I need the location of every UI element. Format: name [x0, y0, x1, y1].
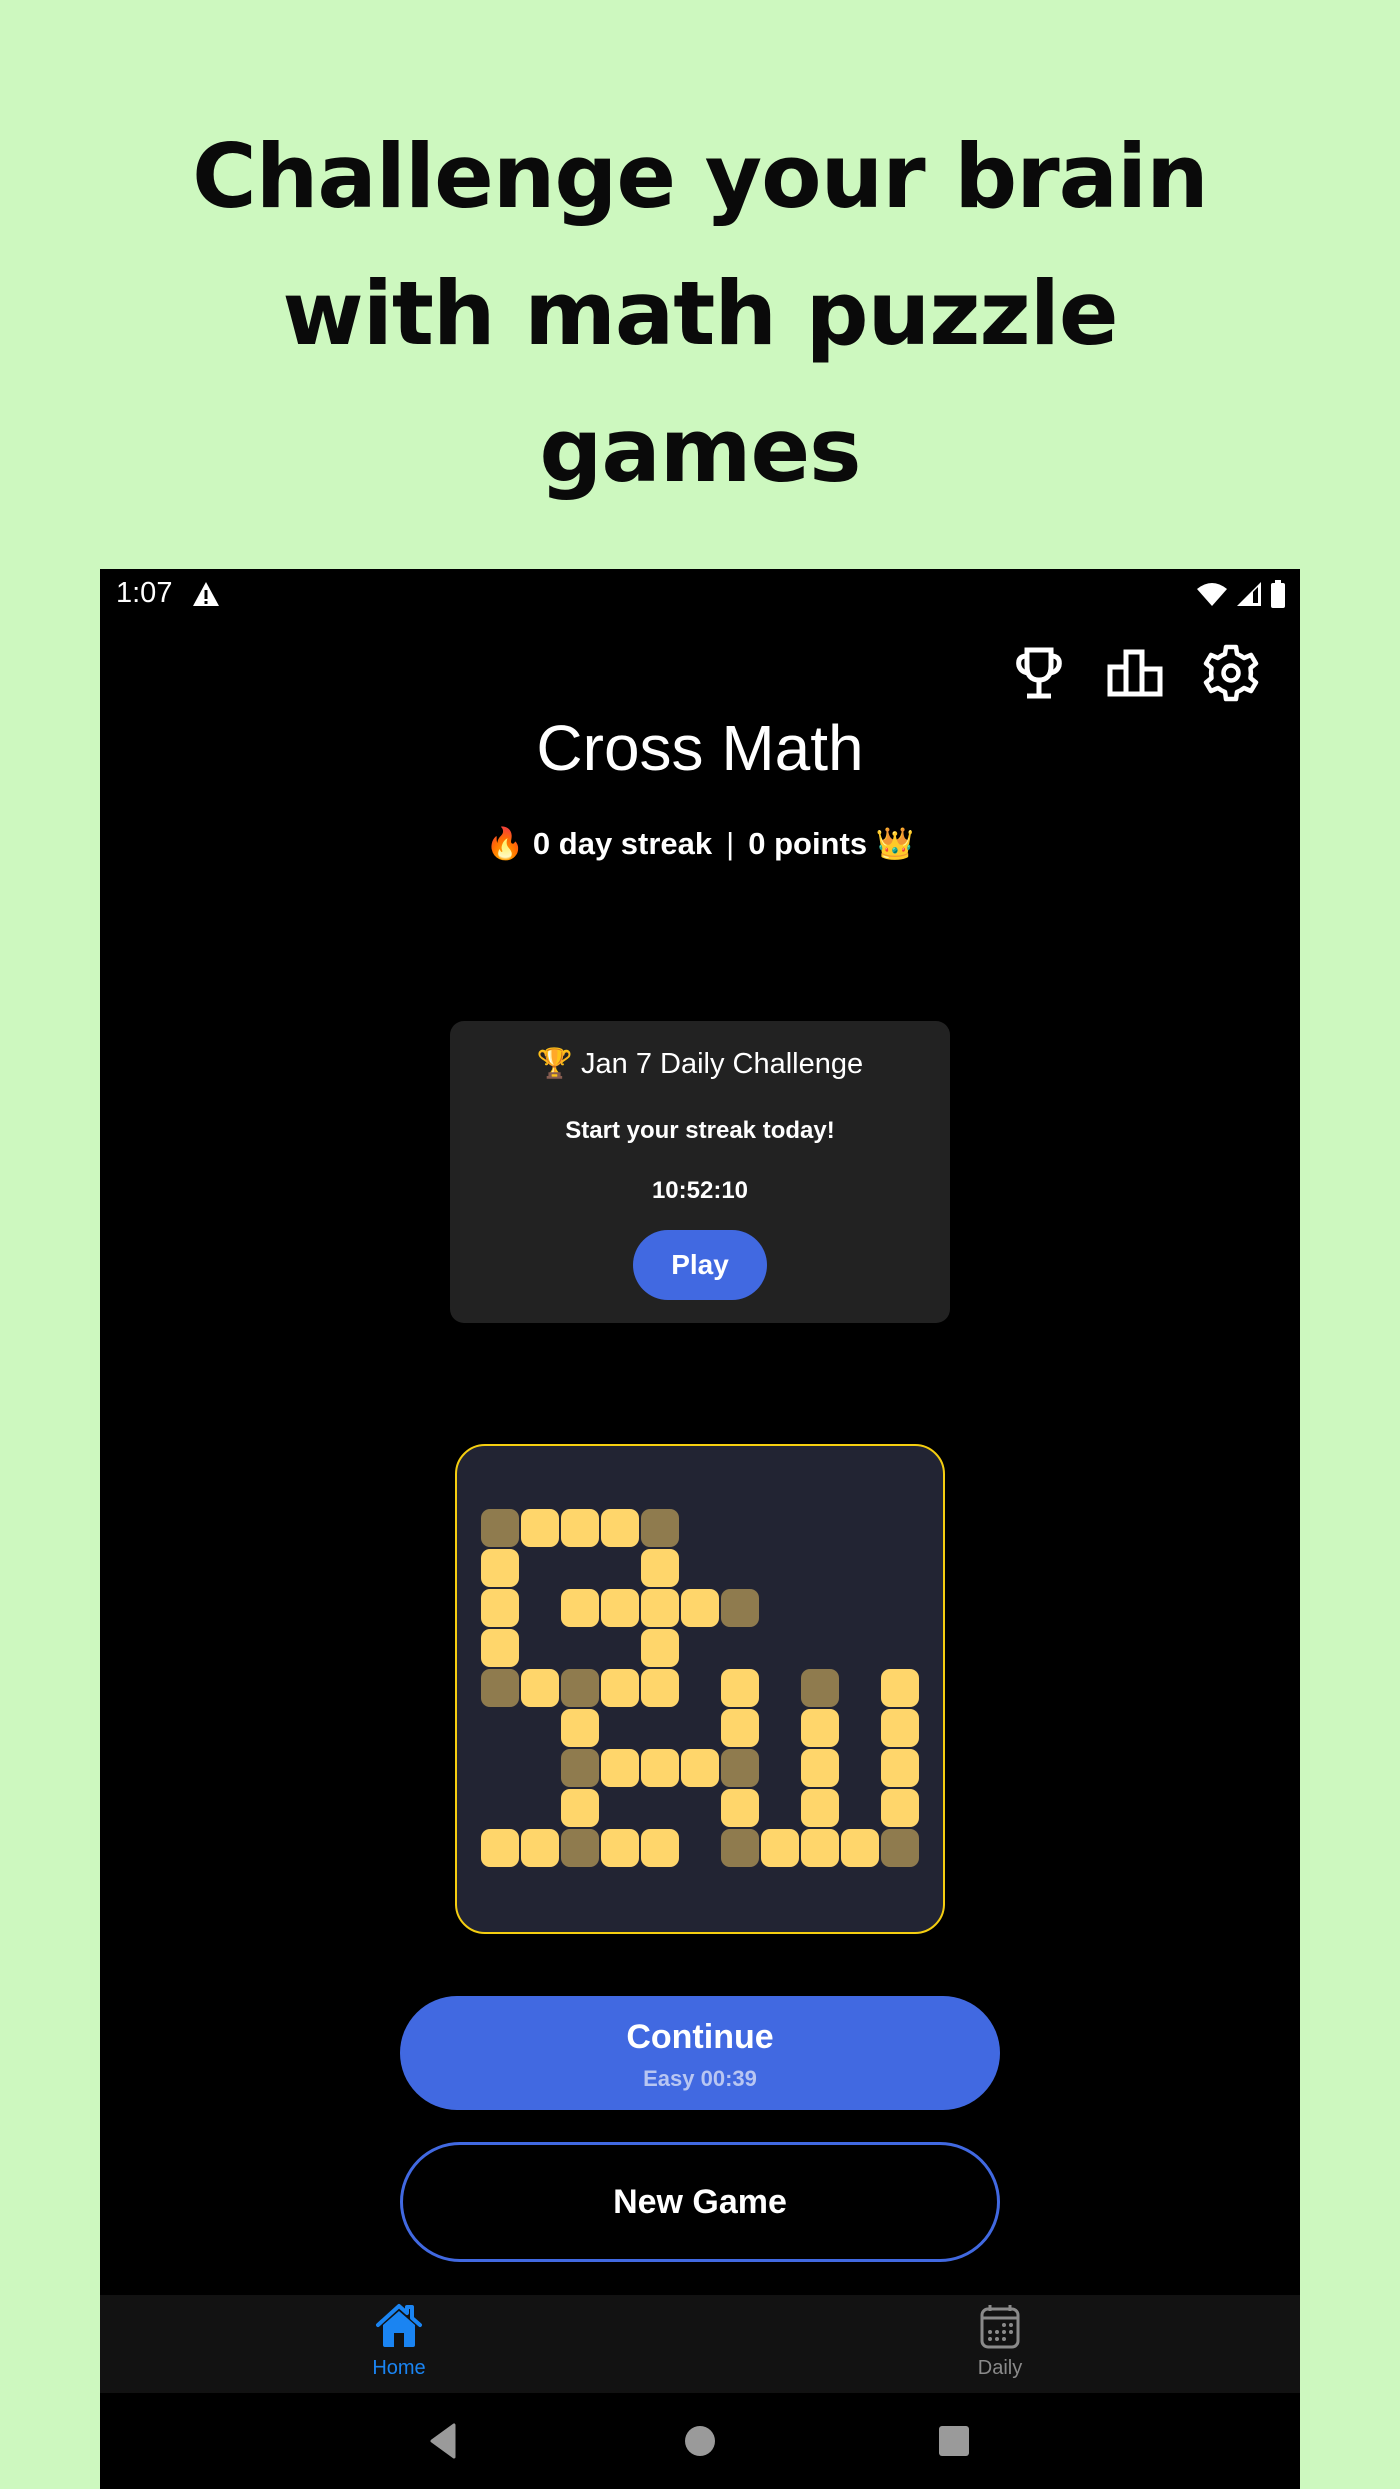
board-cell-number [481, 1549, 519, 1587]
settings-button[interactable] [1202, 643, 1260, 703]
board-cell-number [601, 1509, 639, 1547]
status-bar: 1:07 [100, 569, 1300, 619]
cell-signal-icon [1237, 582, 1261, 606]
board-cell-operator [481, 1669, 519, 1707]
tab-home-label: Home [372, 2357, 426, 2379]
board-cell-number [881, 1709, 919, 1747]
board-cell-number [801, 1829, 839, 1867]
status-time: 1:07 [116, 577, 173, 609]
continue-label: Continue [626, 2018, 774, 2056]
board-cell-number [801, 1789, 839, 1827]
board-cell-number [481, 1829, 519, 1867]
board-cell-number [601, 1829, 639, 1867]
board-cell-number [721, 1669, 759, 1707]
board-cell-number [641, 1549, 679, 1587]
board-cell-number [881, 1789, 919, 1827]
board-cell-number [561, 1709, 599, 1747]
board-cell-number [641, 1589, 679, 1627]
board-cell-operator [481, 1509, 519, 1547]
top-actions [1010, 643, 1260, 703]
wifi-icon [1197, 583, 1227, 606]
points-count: 0 points [748, 826, 868, 861]
calendar-icon [980, 2305, 1020, 2349]
daily-challenge-timer: 10:52:10 [651, 1177, 749, 1204]
home-nav-icon[interactable] [680, 2423, 720, 2459]
tab-daily[interactable]: Daily [900, 2295, 1100, 2393]
board-cell-number [481, 1629, 519, 1667]
streak-count: 0 day streak [532, 826, 713, 861]
board-cell-number [641, 1629, 679, 1667]
phone-screen: 1:07 Cross Math 🔥 0 day streak | 0 point… [100, 569, 1300, 2489]
play-daily-button[interactable]: Play [633, 1230, 767, 1300]
tab-home[interactable]: Home [299, 2295, 499, 2393]
board-cell-number [881, 1669, 919, 1707]
streak-summary: 🔥 0 day streak | 0 points 👑 [100, 825, 1300, 862]
board-cell-number [521, 1669, 559, 1707]
board-cell-number [681, 1749, 719, 1787]
warning-icon [193, 582, 219, 606]
board-cell-number [681, 1589, 719, 1627]
daily-challenge-title-text: Jan 7 Daily Challenge [581, 1048, 864, 1080]
board-cell-number [801, 1749, 839, 1787]
board-cell-number [841, 1829, 879, 1867]
board-cell-number [561, 1589, 599, 1627]
board-cell-number [641, 1829, 679, 1867]
achievements-button[interactable] [1010, 643, 1068, 703]
board-cell-operator [721, 1589, 759, 1627]
board-cell-number [481, 1589, 519, 1627]
board-cell-number [721, 1789, 759, 1827]
app-title: Cross Math [536, 712, 864, 784]
board-cell-number [601, 1669, 639, 1707]
leaderboard-icon [1107, 649, 1163, 697]
system-nav-bar [100, 2393, 1300, 2489]
board-preview[interactable] [455, 1444, 945, 1934]
board-cell-number [521, 1829, 559, 1867]
board-cell-number [561, 1509, 599, 1547]
board-cell-operator [561, 1669, 599, 1707]
board-cell-operator [561, 1829, 599, 1867]
daily-challenge-card: 🏆 Jan 7 Daily Challenge Start your strea… [450, 1021, 950, 1323]
board-cell-number [721, 1709, 759, 1747]
board-cell-operator [561, 1749, 599, 1787]
board-cell-number [761, 1829, 799, 1867]
daily-challenge-title: 🏆 Jan 7 Daily Challenge [450, 1047, 950, 1081]
promo-headline: Challenge your brain with math puzzle ga… [0, 108, 1400, 519]
board-cell-number [561, 1789, 599, 1827]
continue-subtitle: Easy 00:39 [643, 2066, 757, 2091]
board-cell-number [601, 1589, 639, 1627]
recents-icon[interactable] [933, 2423, 973, 2459]
board-cell-number [521, 1509, 559, 1547]
board-cell-number [641, 1749, 679, 1787]
new-game-button[interactable]: New Game [400, 2142, 1000, 2262]
board-cell-number [801, 1709, 839, 1747]
headline-line: Challenge your brain [192, 125, 1209, 228]
headline-line: games [539, 399, 861, 502]
board-cell-number [881, 1749, 919, 1787]
daily-challenge-subtitle: Start your streak today! [565, 1117, 835, 1144]
streak-separator: | [726, 826, 735, 861]
continue-button[interactable]: Continue Easy 00:39 [400, 1996, 1000, 2110]
board-cell-operator [881, 1829, 919, 1867]
tab-daily-label: Daily [977, 2357, 1023, 2379]
board-cell-operator [801, 1669, 839, 1707]
board-cell-number [641, 1669, 679, 1707]
trophy-emoji-icon: 🏆 [536, 1048, 573, 1080]
gear-icon [1203, 644, 1259, 702]
crown-icon: 👑 [875, 826, 915, 861]
fire-icon: 🔥 [485, 826, 525, 861]
trophy-icon [1016, 647, 1062, 699]
board-cell-operator [721, 1829, 759, 1867]
back-icon[interactable] [426, 2423, 466, 2459]
battery-icon [1271, 580, 1285, 608]
leaderboard-button[interactable] [1106, 643, 1164, 703]
board-cell-operator [641, 1509, 679, 1547]
headline-line: with math puzzle [282, 262, 1118, 365]
board-cell-number [601, 1749, 639, 1787]
board-cell-operator [721, 1749, 759, 1787]
bottom-tab-bar: Home Daily [100, 2295, 1300, 2393]
home-icon [376, 2304, 422, 2347]
